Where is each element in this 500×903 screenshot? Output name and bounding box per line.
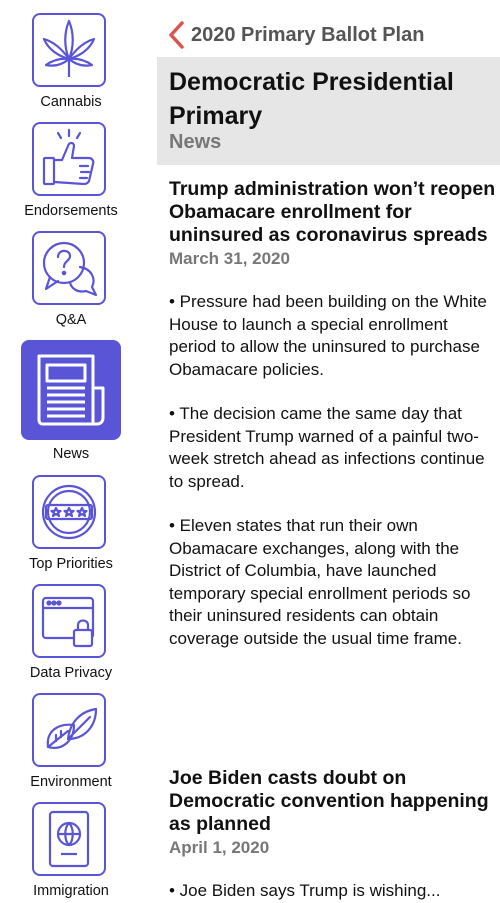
article-bullet: • Pressure had been building on the Whit… [169,292,487,379]
stars-badge-icon [32,475,106,549]
browser-lock-icon [32,584,106,658]
sidebar-item-label: Data Privacy [29,665,113,681]
article-bullet: • Eleven states that run their own Obama… [169,516,471,648]
article-title[interactable]: Trump administration won’t reopen Obamac… [169,178,497,247]
sidebar-item-label: Endorsements [24,203,118,219]
page-header: Democratic Presidential Primary News [157,57,500,165]
newspaper-icon [21,340,121,440]
article-title[interactable]: Joe Biden casts doubt on Democratic conv… [169,767,497,836]
question-bubbles-icon [32,231,106,305]
sidebar-item-label: Immigration [33,883,109,899]
sidebar-item-label: Cannabis [40,94,102,110]
leaves-icon [32,693,106,767]
sidebar-item-label: Q&A [55,312,87,328]
article-date: April 1, 2020 [169,838,270,857]
sidebar-item-label: News [52,446,90,462]
article-bullet: • Joe Biden says Trump is wishing... [169,881,441,900]
category-sidebar: Cannabis Endorsements Q&A News Top Prior… [0,0,142,899]
back-button[interactable]: 2020 Primary Ballot Plan [167,20,424,50]
page-title: Democratic Presidential Primary [169,68,454,130]
sidebar-item-label: Environment [30,774,112,790]
passport-icon [32,802,106,876]
news-article[interactable]: Joe Biden casts doubt on Democratic conv… [169,767,497,903]
article-date: March 31, 2020 [169,249,290,268]
news-content: 2020 Primary Ballot Plan Democratic Pres… [157,0,500,900]
cannabis-leaf-icon [32,13,106,87]
chevron-left-icon [169,21,184,49]
article-bullet: • The decision came the same day that Pr… [169,404,485,491]
page-subtitle: News [169,131,222,153]
back-button-label: 2020 Primary Ballot Plan [191,23,425,46]
thumbs-up-icon [32,122,106,196]
news-article[interactable]: Trump administration won’t reopen Obamac… [169,178,497,650]
sidebar-item-label: Top Priorities [29,556,113,572]
